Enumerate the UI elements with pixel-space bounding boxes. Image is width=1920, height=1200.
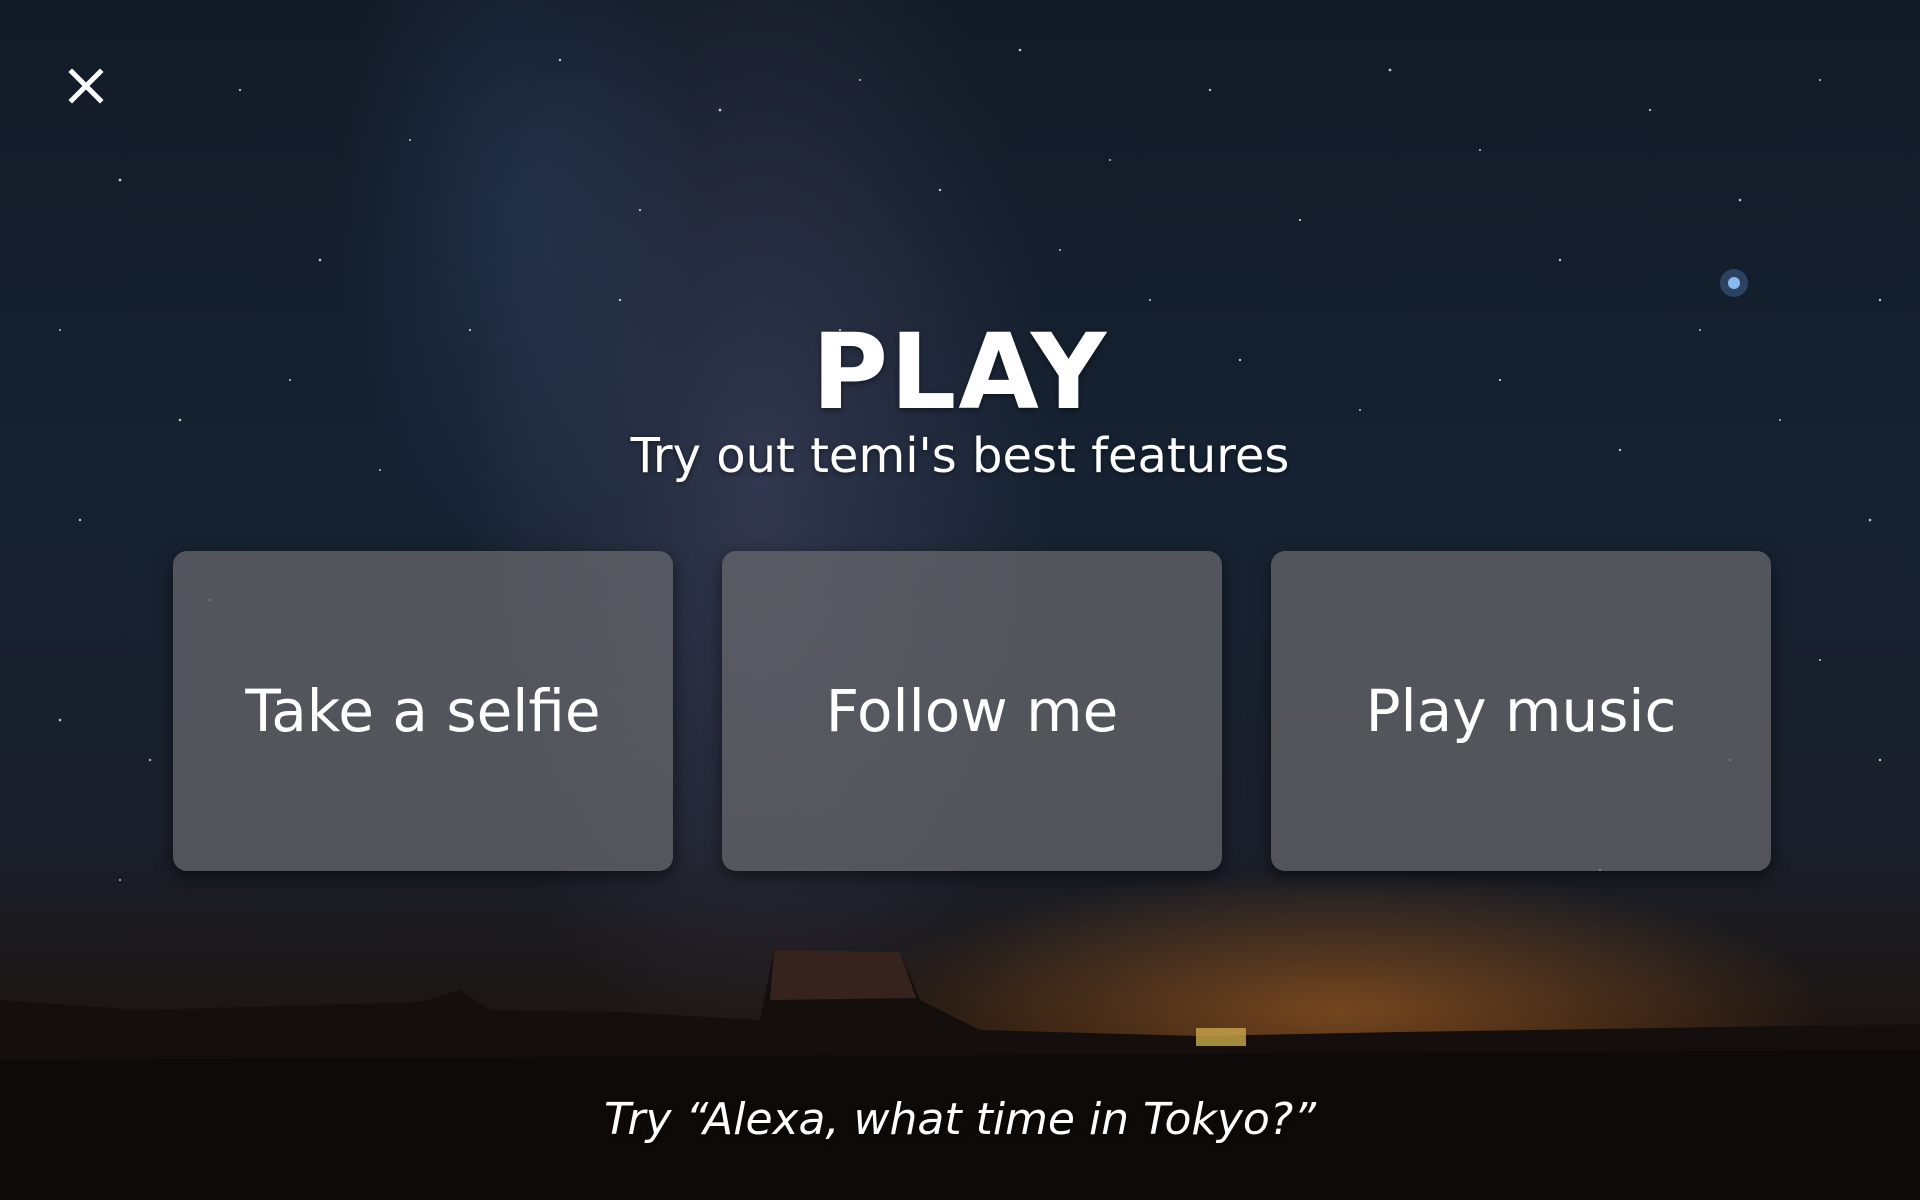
feature-cards: Take a selfie Follow me Play music xyxy=(173,551,1773,871)
page-title: PLAY xyxy=(811,311,1109,433)
play-music-label: Play music xyxy=(1365,677,1677,745)
close-button[interactable] xyxy=(62,62,110,110)
take-a-selfie-button[interactable]: Take a selfie xyxy=(173,551,673,871)
play-screen: PLAY Try out temi's best features Take a… xyxy=(0,0,1920,1200)
voice-hint: Try “Alexa, what time in Tokyo?” xyxy=(603,1094,1317,1145)
page-subtitle: Try out temi's best features xyxy=(630,428,1290,484)
follow-me-label: Follow me xyxy=(825,677,1119,745)
take-a-selfie-label: Take a selfie xyxy=(245,677,601,745)
follow-me-button[interactable]: Follow me xyxy=(722,551,1222,871)
play-music-button[interactable]: Play music xyxy=(1271,551,1771,871)
close-icon xyxy=(68,68,104,104)
desert-horizon xyxy=(0,950,1920,1200)
